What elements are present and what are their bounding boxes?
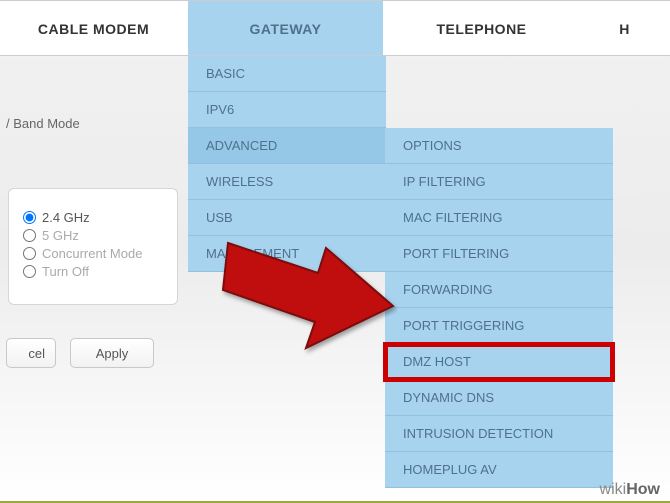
submenu-dmz-host[interactable]: DMZ HOST: [385, 344, 613, 380]
radio-concurrent-input[interactable]: [23, 247, 36, 260]
breadcrumb: / Band Mode: [0, 116, 80, 131]
radio-5ghz[interactable]: 5 GHz: [23, 228, 163, 243]
radio-24ghz-label: 2.4 GHz: [42, 210, 90, 225]
menu-wireless[interactable]: WIRELESS: [188, 164, 386, 200]
submenu-options[interactable]: OPTIONS: [385, 128, 613, 164]
radio-5ghz-label: 5 GHz: [42, 228, 79, 243]
submenu-homeplug-av[interactable]: HOMEPLUG AV: [385, 452, 613, 488]
submenu-forwarding[interactable]: FORWARDING: [385, 272, 613, 308]
top-nav: CABLE MODEM GATEWAY TELEPHONE H: [0, 0, 670, 56]
submenu-port-filtering[interactable]: PORT FILTERING: [385, 236, 613, 272]
menu-basic[interactable]: BASIC: [188, 56, 386, 92]
radio-turnoff[interactable]: Turn Off: [23, 264, 163, 279]
radio-5ghz-input[interactable]: [23, 229, 36, 242]
submenu-intrusion-detection[interactable]: INTRUSION DETECTION: [385, 416, 613, 452]
menu-ipv6[interactable]: IPV6: [188, 92, 386, 128]
watermark-prefix: wiki: [600, 481, 627, 498]
radio-24ghz[interactable]: 2.4 GHz: [23, 210, 163, 225]
apply-button[interactable]: Apply: [70, 338, 154, 368]
menu-advanced[interactable]: ADVANCED: [188, 128, 386, 164]
cancel-button[interactable]: cel: [6, 338, 56, 368]
radio-concurrent-label: Concurrent Mode: [42, 246, 142, 261]
button-row: cel Apply: [0, 338, 154, 368]
radio-concurrent[interactable]: Concurrent Mode: [23, 246, 163, 261]
menu-usb[interactable]: USB: [188, 200, 386, 236]
gateway-submenu: BASIC IPV6 ADVANCED WIRELESS USB MANAGEM…: [188, 56, 386, 272]
nav-tab-cable-modem[interactable]: CABLE MODEM: [0, 1, 188, 55]
menu-management[interactable]: MANAGEMENT: [188, 236, 386, 272]
watermark: wikiHow: [600, 481, 660, 499]
radio-turnoff-input[interactable]: [23, 265, 36, 278]
submenu-port-triggering[interactable]: PORT TRIGGERING: [385, 308, 613, 344]
nav-tab-gateway[interactable]: GATEWAY: [188, 1, 384, 55]
band-mode-panel: 2.4 GHz 5 GHz Concurrent Mode Turn Off: [8, 188, 178, 305]
advanced-submenu: OPTIONS IP FILTERING MAC FILTERING PORT …: [385, 128, 613, 488]
nav-tab-partial[interactable]: H: [580, 1, 670, 55]
submenu-dynamic-dns[interactable]: DYNAMIC DNS: [385, 380, 613, 416]
submenu-mac-filtering[interactable]: MAC FILTERING: [385, 200, 613, 236]
submenu-ip-filtering[interactable]: IP FILTERING: [385, 164, 613, 200]
nav-tab-telephone[interactable]: TELEPHONE: [384, 1, 580, 55]
radio-turnoff-label: Turn Off: [42, 264, 89, 279]
watermark-suffix: How: [626, 481, 660, 498]
radio-24ghz-input[interactable]: [23, 211, 36, 224]
